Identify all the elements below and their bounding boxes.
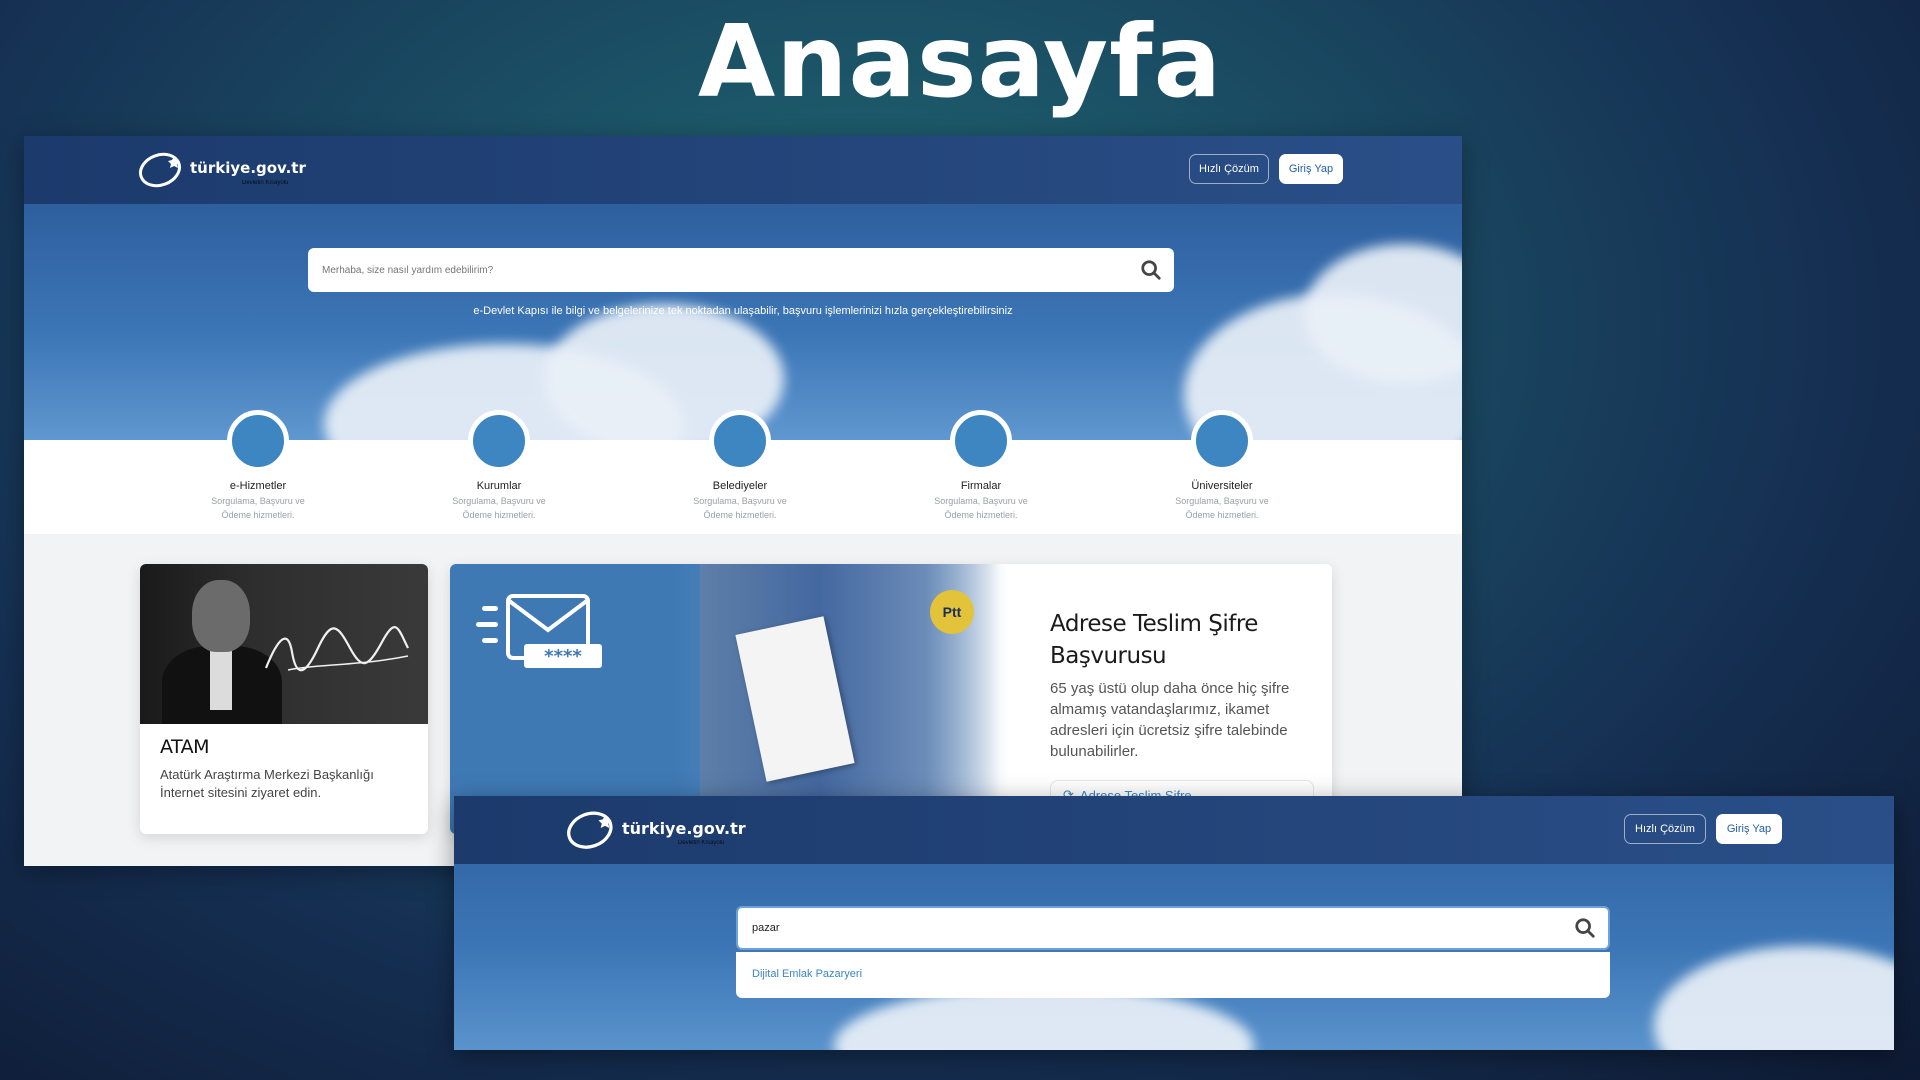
category-subtitle: Sorgulama, Başvuru ve Ödeme hizmetleri. (452, 496, 546, 520)
search-bar (308, 248, 1174, 292)
brand-logo[interactable]: türkiye.gov.tr Devletin Kısayolu (566, 804, 746, 852)
search-input[interactable] (320, 263, 1140, 277)
top-navbar: türkiye.gov.tr Devletin Kısayolu Hızlı Ç… (24, 136, 1462, 204)
hero-banner: e-Devlet Kapısı ile bilgi ve belgelerini… (24, 204, 1462, 440)
portrait-head (192, 580, 250, 652)
category-subtitle: Sorgulama, Başvuru ve Ödeme hizmetleri. (1175, 496, 1269, 520)
ataturk-portrait-image (140, 564, 428, 724)
promo-description: 65 yaş üstü olup daha önce hiç şifre alm… (1050, 680, 1290, 760)
brand-name: türkiye.gov.tr (190, 159, 306, 177)
category-title: Firmalar (960, 480, 1002, 492)
suggestion-item[interactable]: Dijital Emlak Pazaryeri (752, 968, 1594, 980)
brand-name: türkiye.gov.tr (622, 818, 746, 838)
top-navbar: türkiye.gov.tr Devletin Kısayolu Hızlı Ç… (454, 796, 1894, 864)
search-icon[interactable] (1140, 259, 1162, 281)
category-icon (227, 410, 289, 472)
search-icon[interactable] (1574, 917, 1596, 939)
search-suggestion-screenshot: türkiye.gov.tr Devletin Kısayolu Hızlı Ç… (454, 796, 1894, 1050)
login-button[interactable]: Giriş Yap (1716, 814, 1782, 844)
category-firmalar[interactable]: Firmalar Sorgulama, Başvuru ve Ödeme hiz… (901, 410, 1061, 522)
login-button[interactable]: Giriş Yap (1279, 154, 1343, 184)
brand-tagline: Devletin Kısayolu (242, 180, 289, 186)
category-icon (468, 410, 530, 472)
category-strip: e-Hizmetler Sorgulama, Başvuru ve Ödeme … (24, 410, 1462, 534)
quick-solution-button[interactable]: Hızlı Çözüm (1624, 814, 1706, 844)
category-icon (950, 410, 1012, 472)
category-universiteler[interactable]: Üniversiteler Sorgulama, Başvuru ve Ödem… (1142, 410, 1302, 522)
category-belediyeler[interactable]: Belediyeler Sorgulama, Başvuru ve Ödeme … (660, 410, 820, 522)
brand-logo[interactable]: türkiye.gov.tr Devletin Kısayolu (138, 146, 306, 190)
cloud-decoration (1654, 946, 1894, 1050)
category-icon (1191, 410, 1253, 472)
homepage-screenshot: türkiye.gov.tr Devletin Kısayolu Hızlı Ç… (24, 136, 1462, 866)
svg-text:****: **** (544, 646, 582, 667)
signature-graphic (264, 626, 409, 672)
slide-title: Anasayfa (697, 3, 1223, 120)
crescent-star-icon (139, 152, 181, 188)
portrait-shirt (210, 650, 232, 710)
atam-title: ATAM (160, 736, 210, 758)
category-title: Üniversiteler (1191, 480, 1253, 492)
search-suggestions: Dijital Emlak Pazaryeri (736, 952, 1610, 998)
search-input[interactable] (750, 921, 1574, 935)
brand-tagline: Devletin Kısayolu (678, 840, 725, 846)
promo-card[interactable]: **** Ptt Adrese Teslim Şifre Başvurusu 6… (450, 564, 1332, 834)
category-title: Kurumlar (476, 480, 522, 492)
crescent-star-icon (567, 811, 613, 849)
category-subtitle: Sorgulama, Başvuru ve Ödeme hizmetleri. (211, 496, 305, 520)
category-kurumlar[interactable]: Kurumlar Sorgulama, Başvuru ve Ödeme hiz… (419, 410, 579, 522)
category-subtitle: Sorgulama, Başvuru ve Ödeme hizmetleri. (934, 496, 1028, 520)
category-subtitle: Sorgulama, Başvuru ve Ödeme hizmetleri. (693, 496, 787, 520)
envelope-password-icon: **** (476, 594, 602, 668)
category-e-hizmetler[interactable]: e-Hizmetler Sorgulama, Başvuru ve Ödeme … (178, 410, 338, 522)
category-title: Belediyeler (712, 480, 768, 492)
category-icon (709, 410, 771, 472)
search-bar (736, 906, 1610, 950)
promo-title: Adrese Teslim Şifre Başvurusu (1050, 611, 1258, 669)
category-title: e-Hizmetler (229, 480, 287, 492)
atam-card[interactable]: ATAM Atatürk Araştırma Merkezi Başkanlığ… (140, 564, 428, 834)
atam-description: Atatürk Araştırma Merkezi Başkanlığı İnt… (160, 767, 374, 800)
hero-tagline: e-Devlet Kapısı ile bilgi ve belgelerini… (473, 305, 1013, 317)
quick-solution-button[interactable]: Hızlı Çözüm (1189, 154, 1269, 184)
ptt-badge: Ptt (930, 590, 974, 634)
